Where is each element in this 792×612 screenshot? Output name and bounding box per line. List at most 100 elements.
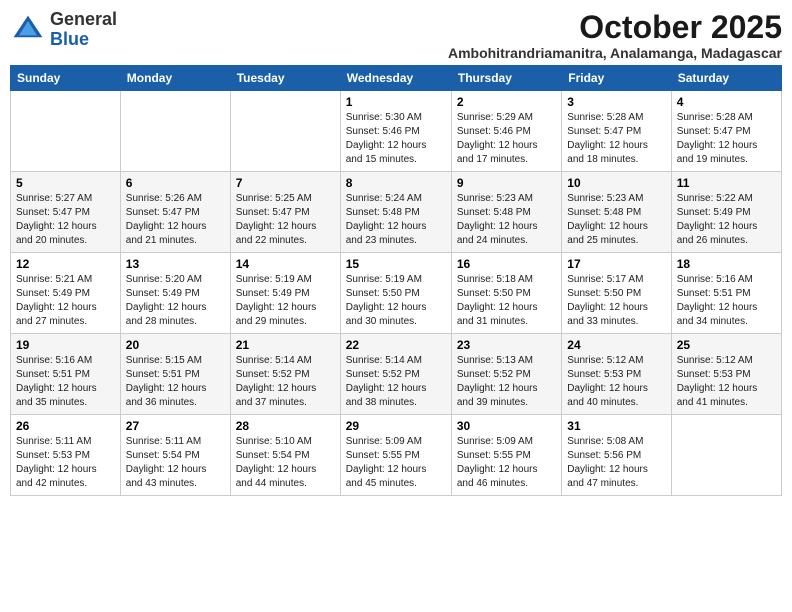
calendar-cell: 3 Sunrise: 5:28 AM Sunset: 5:47 PM Daylig… [562,91,671,172]
calendar-cell: 24 Sunrise: 5:12 AM Sunset: 5:53 PM Dayli… [562,334,671,415]
day-number: 6 [126,176,225,190]
day-info: Sunrise: 5:28 AM Sunset: 5:47 PM Dayligh… [677,111,776,167]
day-number: 25 [677,338,776,352]
day-info: Sunrise: 5:29 AM Sunset: 5:46 PM Dayligh… [457,111,556,167]
day-info: Sunrise: 5:25 AM Sunset: 5:47 PM Dayligh… [236,192,335,248]
calendar-cell: 9Sunrise: 5:23 AM Sunset: 5:48 PM Daylig… [451,172,561,253]
day-number: 12 [16,257,115,271]
calendar-cell: 17 Sunrise: 5:17 AM Sunset: 5:50 PM Dayli… [562,253,671,334]
calendar-week-row: 5 Sunrise: 5:27 AM Sunset: 5:47 PM Daylig… [11,172,782,253]
day-info: Sunrise: 5:08 AM Sunset: 5:56 PM Dayligh… [567,435,665,491]
logo-text: General Blue [50,10,117,50]
page-header: General Blue October 2025 Ambohitrandria… [10,10,782,61]
day-number: 9 [457,176,556,190]
location-title: Ambohitrandriamanitra, Analamanga, Madag… [448,45,782,61]
day-number: 5 [16,176,115,190]
calendar-cell: 16 Sunrise: 5:18 AM Sunset: 5:50 PM Dayli… [451,253,561,334]
calendar-cell: 5 Sunrise: 5:27 AM Sunset: 5:47 PM Daylig… [11,172,121,253]
day-info: Sunrise: 5:23 AM Sunset: 5:48 PM Dayligh… [567,192,665,248]
calendar-cell [230,91,340,172]
weekday-header-sunday: Sunday [11,66,121,91]
day-number: 20 [126,338,225,352]
weekday-header-saturday: Saturday [671,66,781,91]
logo-icon [10,12,46,48]
day-number: 8 [346,176,446,190]
day-number: 24 [567,338,665,352]
day-info: Sunrise: 5:19 AM Sunset: 5:50 PM Dayligh… [346,273,446,329]
day-number: 15 [346,257,446,271]
calendar-week-row: 26Sunrise: 5:11 AM Sunset: 5:53 PM Dayli… [11,415,782,496]
logo: General Blue [10,10,117,50]
calendar-cell: 21 Sunrise: 5:14 AM Sunset: 5:52 PM Dayli… [230,334,340,415]
day-info: Sunrise: 5:18 AM Sunset: 5:50 PM Dayligh… [457,273,556,329]
calendar-cell: 29Sunrise: 5:09 AM Sunset: 5:55 PM Dayli… [340,415,451,496]
calendar-cell: 7 Sunrise: 5:25 AM Sunset: 5:47 PM Daylig… [230,172,340,253]
day-info: Sunrise: 5:10 AM Sunset: 5:54 PM Dayligh… [236,435,335,491]
calendar-cell: 15 Sunrise: 5:19 AM Sunset: 5:50 PM Dayli… [340,253,451,334]
calendar-cell: 27 Sunrise: 5:11 AM Sunset: 5:54 PM Dayli… [120,415,230,496]
day-number: 19 [16,338,115,352]
day-number: 7 [236,176,335,190]
calendar-cell: 14Sunrise: 5:19 AM Sunset: 5:49 PM Dayli… [230,253,340,334]
day-info: Sunrise: 5:14 AM Sunset: 5:52 PM Dayligh… [236,354,335,410]
day-number: 3 [567,95,665,109]
calendar-week-row: 19 Sunrise: 5:16 AM Sunset: 5:51 PM Dayli… [11,334,782,415]
calendar-cell: 22Sunrise: 5:14 AM Sunset: 5:52 PM Dayli… [340,334,451,415]
calendar-cell: 31 Sunrise: 5:08 AM Sunset: 5:56 PM Dayli… [562,415,671,496]
day-info: Sunrise: 5:16 AM Sunset: 5:51 PM Dayligh… [16,354,115,410]
weekday-header-tuesday: Tuesday [230,66,340,91]
calendar-cell: 26Sunrise: 5:11 AM Sunset: 5:53 PM Dayli… [11,415,121,496]
day-info: Sunrise: 5:17 AM Sunset: 5:50 PM Dayligh… [567,273,665,329]
day-number: 26 [16,419,115,433]
day-number: 31 [567,419,665,433]
day-number: 1 [346,95,446,109]
day-number: 17 [567,257,665,271]
calendar-cell: 13 Sunrise: 5:20 AM Sunset: 5:49 PM Dayli… [120,253,230,334]
logo-general: General [50,9,117,29]
day-number: 21 [236,338,335,352]
day-info: Sunrise: 5:13 AM Sunset: 5:52 PM Dayligh… [457,354,556,410]
day-info: Sunrise: 5:19 AM Sunset: 5:49 PM Dayligh… [236,273,335,329]
day-number: 10 [567,176,665,190]
day-info: Sunrise: 5:09 AM Sunset: 5:55 PM Dayligh… [457,435,556,491]
day-info: Sunrise: 5:28 AM Sunset: 5:47 PM Dayligh… [567,111,665,167]
day-info: Sunrise: 5:26 AM Sunset: 5:47 PM Dayligh… [126,192,225,248]
logo-blue: Blue [50,29,89,49]
calendar-cell: 19 Sunrise: 5:16 AM Sunset: 5:51 PM Dayli… [11,334,121,415]
calendar-cell: 25Sunrise: 5:12 AM Sunset: 5:53 PM Dayli… [671,334,781,415]
calendar-cell: 4 Sunrise: 5:28 AM Sunset: 5:47 PM Daylig… [671,91,781,172]
day-info: Sunrise: 5:11 AM Sunset: 5:54 PM Dayligh… [126,435,225,491]
day-info: Sunrise: 5:21 AM Sunset: 5:49 PM Dayligh… [16,273,115,329]
calendar-cell: 8Sunrise: 5:24 AM Sunset: 5:48 PM Daylig… [340,172,451,253]
calendar-cell [11,91,121,172]
day-info: Sunrise: 5:27 AM Sunset: 5:47 PM Dayligh… [16,192,115,248]
day-number: 4 [677,95,776,109]
calendar-week-row: 12 Sunrise: 5:21 AM Sunset: 5:49 PM Dayli… [11,253,782,334]
calendar-cell: 2 Sunrise: 5:29 AM Sunset: 5:46 PM Daylig… [451,91,561,172]
day-info: Sunrise: 5:14 AM Sunset: 5:52 PM Dayligh… [346,354,446,410]
calendar-cell [671,415,781,496]
day-number: 13 [126,257,225,271]
day-info: Sunrise: 5:12 AM Sunset: 5:53 PM Dayligh… [567,354,665,410]
day-info: Sunrise: 5:30 AM Sunset: 5:46 PM Dayligh… [346,111,446,167]
day-number: 27 [126,419,225,433]
weekday-header-row: SundayMondayTuesdayWednesdayThursdayFrid… [11,66,782,91]
calendar-week-row: 1 Sunrise: 5:30 AM Sunset: 5:46 PM Daylig… [11,91,782,172]
calendar-cell [120,91,230,172]
calendar-cell: 18Sunrise: 5:16 AM Sunset: 5:51 PM Dayli… [671,253,781,334]
day-info: Sunrise: 5:22 AM Sunset: 5:49 PM Dayligh… [677,192,776,248]
weekday-header-monday: Monday [120,66,230,91]
day-info: Sunrise: 5:15 AM Sunset: 5:51 PM Dayligh… [126,354,225,410]
calendar-cell: 10 Sunrise: 5:23 AM Sunset: 5:48 PM Dayli… [562,172,671,253]
calendar-cell: 23Sunrise: 5:13 AM Sunset: 5:52 PM Dayli… [451,334,561,415]
title-section: October 2025 Ambohitrandriamanitra, Anal… [448,10,782,61]
day-info: Sunrise: 5:20 AM Sunset: 5:49 PM Dayligh… [126,273,225,329]
calendar-cell: 11Sunrise: 5:22 AM Sunset: 5:49 PM Dayli… [671,172,781,253]
weekday-header-wednesday: Wednesday [340,66,451,91]
day-number: 2 [457,95,556,109]
day-number: 16 [457,257,556,271]
day-number: 29 [346,419,446,433]
day-number: 28 [236,419,335,433]
calendar-table: SundayMondayTuesdayWednesdayThursdayFrid… [10,65,782,496]
day-info: Sunrise: 5:16 AM Sunset: 5:51 PM Dayligh… [677,273,776,329]
